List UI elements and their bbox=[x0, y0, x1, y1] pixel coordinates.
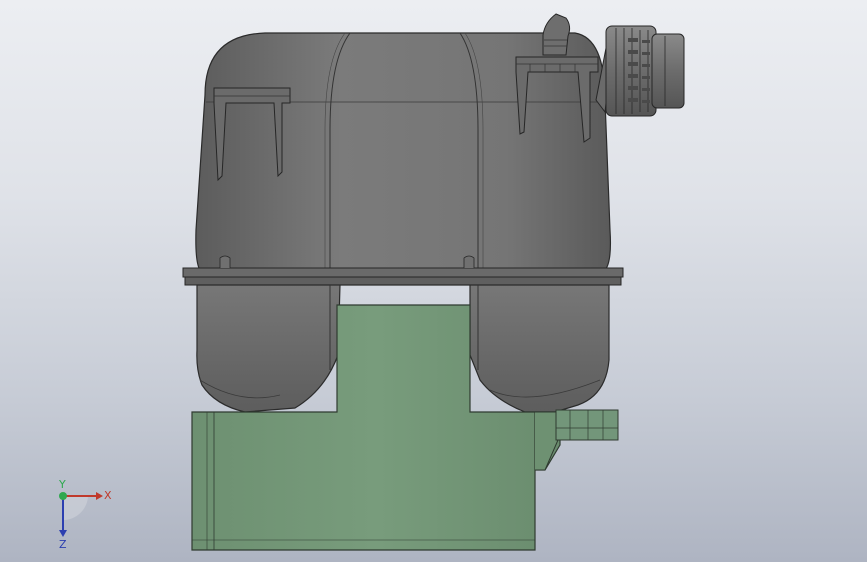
x-axis-label: X bbox=[104, 489, 112, 502]
z-axis-label: Z bbox=[59, 538, 67, 550]
x-arrow-head bbox=[96, 492, 103, 500]
top-inlet-fitting[interactable] bbox=[542, 13, 571, 56]
cad-viewport[interactable] bbox=[0, 0, 867, 562]
y-axis-label: Y bbox=[58, 480, 66, 491]
hose-connector[interactable] bbox=[595, 25, 685, 117]
orientation-triad: X Y Z bbox=[58, 480, 112, 550]
y-axis-dot bbox=[59, 492, 67, 500]
z-arrow-head bbox=[59, 530, 67, 537]
triad-plane bbox=[63, 496, 88, 520]
